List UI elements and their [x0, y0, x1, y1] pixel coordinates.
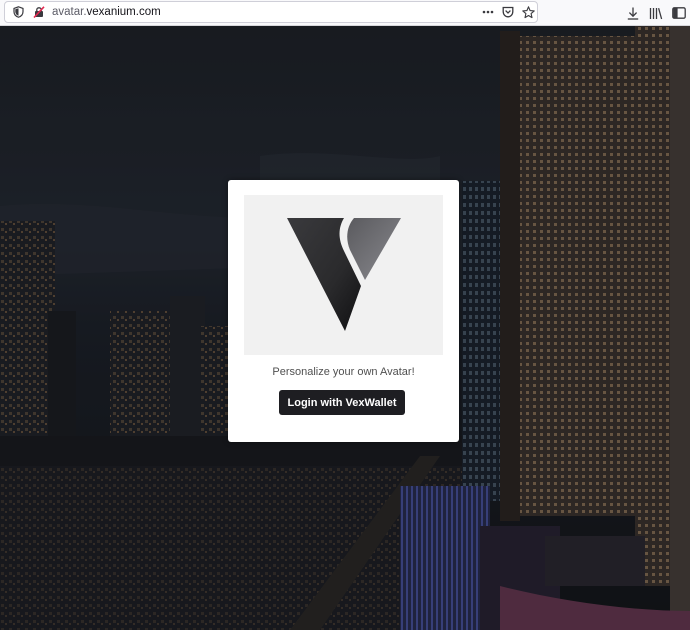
- login-card: Personalize your own Avatar! Login with …: [228, 180, 459, 442]
- browser-toolbar: avatar.vexanium.com: [0, 0, 690, 26]
- sidebar-icon[interactable]: [671, 5, 687, 21]
- shield-icon[interactable]: [11, 5, 25, 19]
- tagline-text: Personalize your own Avatar!: [272, 366, 415, 378]
- login-with-vexwallet-button[interactable]: Login with VexWallet: [279, 390, 405, 415]
- vexanium-v-logo: [287, 218, 401, 331]
- more-actions-icon[interactable]: [481, 5, 495, 19]
- url-bar[interactable]: avatar.vexanium.com: [4, 1, 538, 23]
- url-text[interactable]: avatar.vexanium.com: [52, 5, 161, 19]
- logo-panel: [244, 195, 443, 355]
- library-icon[interactable]: [648, 5, 664, 21]
- insecure-connection-icon[interactable]: [32, 5, 46, 19]
- page-content: Personalize your own Avatar! Login with …: [0, 26, 690, 630]
- url-domain: vexanium.com: [86, 6, 161, 18]
- pocket-icon[interactable]: [501, 5, 515, 19]
- url-prefix: avatar.: [52, 6, 87, 18]
- bookmark-star-icon[interactable]: [521, 5, 535, 19]
- download-icon[interactable]: [625, 5, 641, 21]
